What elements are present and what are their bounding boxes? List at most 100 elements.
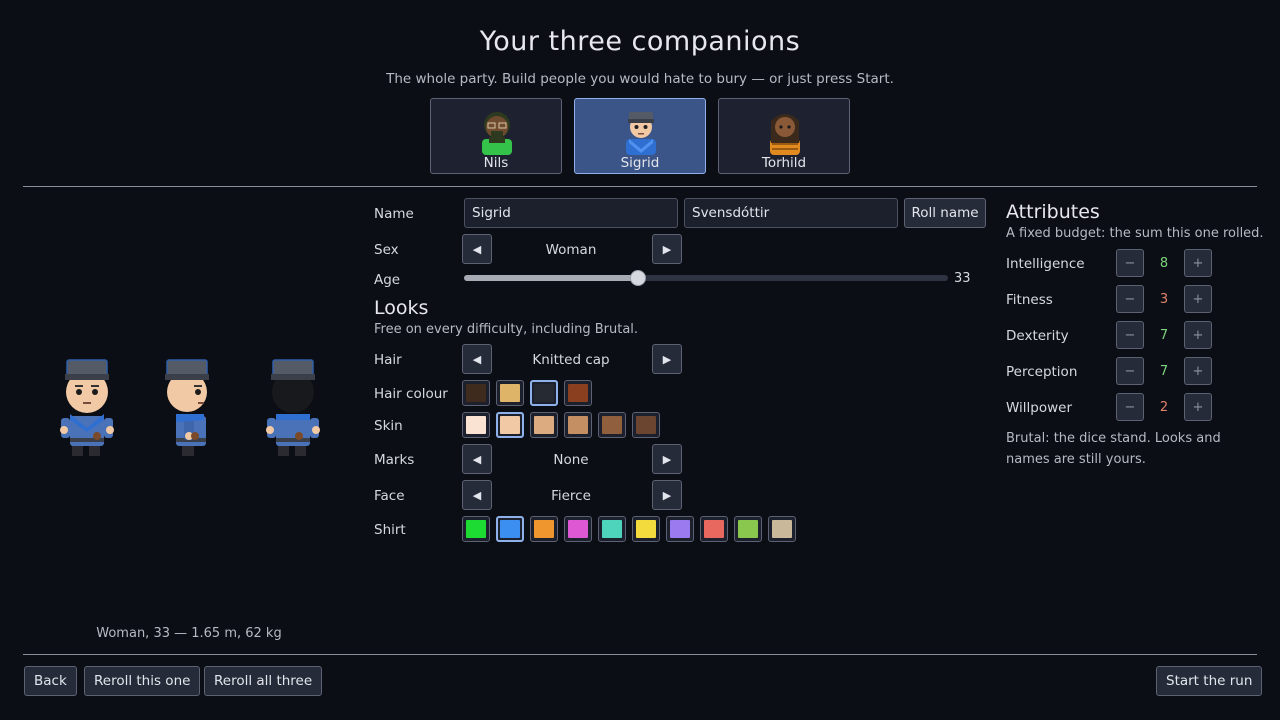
- face-prev-button[interactable]: ◀: [462, 480, 492, 510]
- skin-swatch[interactable]: [598, 412, 626, 438]
- sex-next-button[interactable]: ▶: [652, 234, 682, 264]
- marks-next-button[interactable]: ▶: [652, 444, 682, 474]
- companion-portrait-nils: [482, 112, 512, 155]
- back-button[interactable]: Back: [24, 666, 77, 696]
- plus-icon: +: [1192, 327, 1204, 343]
- hair-colour-swatch[interactable]: [564, 380, 592, 406]
- shirt-swatch-color: [568, 520, 588, 538]
- attribute-value: 2: [1159, 400, 1169, 415]
- right-triangle-icon: ▶: [662, 452, 672, 466]
- attribute-row-perception: Perception − 7 +: [1006, 357, 1256, 385]
- marks-label: Marks: [374, 452, 415, 468]
- hair-colour-swatch-color: [500, 384, 520, 402]
- minus-icon: −: [1124, 291, 1136, 307]
- shirt-swatch[interactable]: [700, 516, 728, 542]
- hair-prev-button[interactable]: ◀: [462, 344, 492, 374]
- hair-colour-swatch[interactable]: [530, 380, 558, 406]
- attribute-increase-button[interactable]: +: [1184, 249, 1212, 277]
- skin-swatch-color: [636, 416, 656, 434]
- skin-swatch[interactable]: [564, 412, 592, 438]
- sex-prev-button[interactable]: ◀: [462, 234, 492, 264]
- skin-swatch[interactable]: [530, 412, 558, 438]
- divider-top: [23, 186, 1257, 187]
- divider-bottom: [23, 654, 1257, 655]
- age-value: 33: [954, 271, 971, 286]
- shirt-swatch[interactable]: [564, 516, 592, 542]
- shirt-swatch-color: [704, 520, 724, 538]
- attribute-value: 7: [1159, 364, 1169, 379]
- skin-swatch-color: [602, 416, 622, 434]
- hair-colour-swatch-color: [534, 384, 554, 402]
- attribute-increase-button[interactable]: +: [1184, 285, 1212, 313]
- shirt-swatch[interactable]: [462, 516, 490, 542]
- left-triangle-icon: ◀: [472, 488, 482, 502]
- companion-card-nils[interactable]: Nils: [430, 98, 562, 174]
- last-name-input[interactable]: [684, 198, 898, 228]
- companion-portrait-torhild: [770, 114, 800, 155]
- shirt-swatch[interactable]: [496, 516, 524, 542]
- age-label: Age: [374, 272, 401, 288]
- character-summary: Woman, 33 — 1.65 m, 62 kg: [96, 626, 282, 641]
- hair-next-button[interactable]: ▶: [652, 344, 682, 374]
- attribute-decrease-button[interactable]: −: [1116, 321, 1144, 349]
- hair-colour-swatches: [462, 380, 592, 406]
- sprite-front: [60, 359, 114, 456]
- shirt-swatch-color: [670, 520, 690, 538]
- shirt-swatch[interactable]: [666, 516, 694, 542]
- attribute-value: 7: [1159, 328, 1169, 343]
- start-the-run-button[interactable]: Start the run: [1156, 666, 1263, 696]
- attribute-name: Perception: [1006, 364, 1078, 380]
- shirt-swatch[interactable]: [734, 516, 762, 542]
- companion-card-torhild[interactable]: Torhild: [718, 98, 850, 174]
- shirt-swatch-color: [466, 520, 486, 538]
- hair-colour-swatch[interactable]: [462, 380, 490, 406]
- attribute-decrease-button[interactable]: −: [1116, 357, 1144, 385]
- hair-colour-swatch-color: [568, 384, 588, 402]
- shirt-swatch[interactable]: [768, 516, 796, 542]
- roll-name-button[interactable]: Roll name: [904, 198, 986, 228]
- sprite-back: [266, 359, 320, 456]
- sprite-side: [165, 359, 209, 456]
- first-name-input[interactable]: [464, 198, 678, 228]
- face-label: Face: [374, 488, 405, 504]
- face-next-button[interactable]: ▶: [652, 480, 682, 510]
- attribute-name: Willpower: [1006, 400, 1073, 416]
- shirt-swatch-color: [636, 520, 656, 538]
- attribute-value: 3: [1159, 292, 1169, 307]
- attribute-row-intelligence: Intelligence − 8 +: [1006, 249, 1256, 277]
- shirt-swatch[interactable]: [632, 516, 660, 542]
- companion-card-sigrid[interactable]: Sigrid: [574, 98, 706, 174]
- marks-prev-button[interactable]: ◀: [462, 444, 492, 474]
- reroll-this-one-button[interactable]: Reroll this one: [84, 666, 201, 696]
- shirt-swatches: [462, 516, 796, 542]
- hair-value: Knitted cap: [532, 352, 610, 368]
- hair-colour-swatch-color: [466, 384, 486, 402]
- attribute-increase-button[interactable]: +: [1184, 357, 1212, 385]
- reroll-all-three-button[interactable]: Reroll all three: [204, 666, 323, 696]
- shirt-swatch[interactable]: [598, 516, 626, 542]
- left-triangle-icon: ◀: [472, 242, 482, 256]
- shirt-label: Shirt: [374, 522, 406, 538]
- shirt-swatch[interactable]: [530, 516, 558, 542]
- name-label: Name: [374, 206, 414, 222]
- age-slider-thumb[interactable]: [630, 270, 647, 286]
- skin-swatch[interactable]: [496, 412, 524, 438]
- looks-title: Looks: [374, 297, 429, 319]
- hair-colour-label: Hair colour: [374, 386, 448, 402]
- attribute-increase-button[interactable]: +: [1184, 393, 1212, 421]
- attribute-decrease-button[interactable]: −: [1116, 285, 1144, 313]
- hair-colour-swatch[interactable]: [496, 380, 524, 406]
- plus-icon: +: [1192, 363, 1204, 379]
- skin-swatch-color: [568, 416, 588, 434]
- attribute-name: Intelligence: [1006, 256, 1085, 272]
- attribute-decrease-button[interactable]: −: [1116, 249, 1144, 277]
- skin-swatch[interactable]: [632, 412, 660, 438]
- skin-swatch[interactable]: [462, 412, 490, 438]
- sex-value: Woman: [545, 242, 597, 258]
- attribute-decrease-button[interactable]: −: [1116, 393, 1144, 421]
- hair-label: Hair: [374, 352, 402, 368]
- attribute-increase-button[interactable]: +: [1184, 321, 1212, 349]
- attribute-row-fitness: Fitness − 3 +: [1006, 285, 1256, 313]
- shirt-swatch-color: [534, 520, 554, 538]
- shirt-swatch-color: [772, 520, 792, 538]
